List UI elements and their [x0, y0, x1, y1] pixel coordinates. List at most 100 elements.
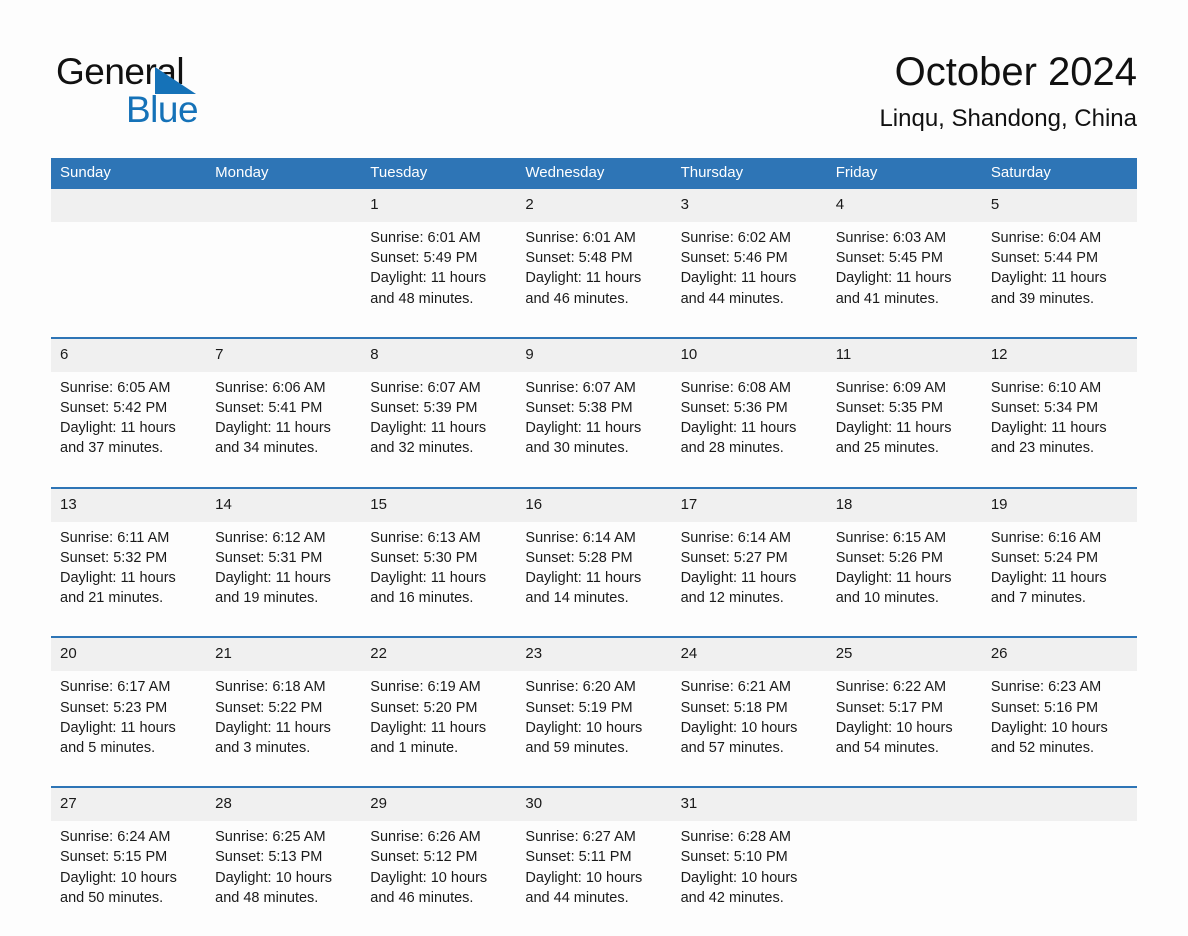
calendar-day-cell[interactable]: 7 Sunrise: 6:06 AM Sunset: 5:41 PM Daylight…: [206, 336, 362, 488]
calendar-day-cell[interactable]: 21 Sunrise: 6:18 AM Sunset: 5:22 PM Dayligh…: [206, 636, 362, 788]
calendar-day-cell[interactable]: 27 Sunrise: 6:24 AM Sunset: 5:15 PM Dayligh…: [51, 786, 207, 936]
daylight-duration-line1: Daylight: 11 hours: [370, 719, 487, 736]
day-number: [206, 189, 362, 222]
day-details: Sunrise: 6:03 AM Sunset: 5:45 PM Daylight:…: [827, 222, 982, 337]
sunrise-time: Sunrise: 6:06 AM: [215, 379, 326, 396]
sunrise-time: Sunrise: 6:20 AM: [525, 679, 636, 696]
calendar-day-cell[interactable]: 4 Sunrise: 6:03 AM Sunset: 5:45 PM Daylight…: [826, 189, 982, 338]
calendar-page: General Blue October 2024 Linqu, Shandon…: [0, 0, 1188, 936]
day-number: 22: [361, 638, 517, 672]
day-details: Sunrise: 6:23 AM Sunset: 5:16 PM Daylight:…: [982, 671, 1137, 786]
day-details: Sunrise: 6:14 AM Sunset: 5:27 PM Daylight:…: [672, 522, 827, 637]
sunset-time: Sunset: 5:28 PM: [525, 549, 633, 566]
daylight-duration-line2: and 30 minutes.: [525, 440, 629, 457]
daylight-duration-line1: Daylight: 11 hours: [215, 719, 331, 736]
day-details: Sunrise: 6:09 AM Sunset: 5:35 PM Daylight:…: [827, 372, 982, 487]
sunset-time: Sunset: 5:46 PM: [680, 250, 788, 267]
calendar-day-cell[interactable]: 31 Sunrise: 6:28 AM Sunset: 5:10 PM Dayligh…: [671, 786, 827, 936]
page-header: General Blue October 2024 Linqu, Shandon…: [51, 44, 1137, 149]
sunset-time: Sunset: 5:22 PM: [215, 699, 323, 716]
calendar-day-cell[interactable]: 24 Sunrise: 6:21 AM Sunset: 5:18 PM Dayligh…: [671, 636, 827, 788]
daylight-duration-line1: Daylight: 10 hours: [370, 869, 488, 886]
sunrise-time: Sunrise: 6:14 AM: [680, 529, 791, 546]
sunset-time: Sunset: 5:13 PM: [215, 849, 323, 866]
calendar-day-cell[interactable]: 15 Sunrise: 6:13 AM Sunset: 5:30 PM Dayligh…: [361, 486, 517, 638]
calendar-day-cell[interactable]: 14 Sunrise: 6:12 AM Sunset: 5:31 PM Dayligh…: [206, 486, 362, 638]
calendar-day-cell[interactable]: 19 Sunrise: 6:16 AM Sunset: 5:24 PM Dayligh…: [981, 486, 1137, 638]
sunrise-time: Sunrise: 6:11 AM: [60, 529, 170, 546]
day-details: Sunrise: 6:24 AM Sunset: 5:15 PM Daylight:…: [51, 821, 206, 936]
day-number: 12: [981, 338, 1137, 372]
weekday-header-monday: Monday: [206, 158, 362, 189]
calendar-day-cell[interactable]: 22 Sunrise: 6:19 AM Sunset: 5:20 PM Dayligh…: [361, 636, 517, 788]
calendar-day-cell[interactable]: 10 Sunrise: 6:08 AM Sunset: 5:36 PM Dayligh…: [671, 336, 827, 488]
calendar-day-cell[interactable]: 12 Sunrise: 6:10 AM Sunset: 5:34 PM Dayligh…: [981, 336, 1137, 488]
sunrise-time: Sunrise: 6:01 AM: [525, 230, 636, 246]
day-details: Sunrise: 6:06 AM Sunset: 5:41 PM Daylight:…: [206, 372, 361, 487]
daylight-duration-line1: Daylight: 10 hours: [990, 719, 1108, 736]
day-details: Sunrise: 6:17 AM Sunset: 5:23 PM Daylight:…: [51, 671, 206, 786]
daylight-duration-line1: Daylight: 10 hours: [215, 869, 333, 886]
calendar-day-cell[interactable]: 29 Sunrise: 6:26 AM Sunset: 5:12 PM Dayligh…: [361, 786, 517, 936]
calendar-day-cell[interactable]: 20 Sunrise: 6:17 AM Sunset: 5:23 PM Dayligh…: [51, 636, 207, 788]
sunrise-time: Sunrise: 6:24 AM: [60, 829, 171, 846]
daylight-duration-line2: and 44 minutes.: [525, 889, 629, 906]
day-details: Sunrise: 6:19 AM Sunset: 5:20 PM Daylight:…: [361, 671, 516, 786]
sunrise-time: Sunrise: 6:10 AM: [990, 379, 1102, 396]
day-number: 13: [51, 488, 207, 522]
day-number: 2: [516, 189, 672, 222]
calendar-day-cell[interactable]: 3 Sunrise: 6:02 AM Sunset: 5:46 PM Daylight…: [671, 189, 827, 338]
day-details: Sunrise: 6:25 AM Sunset: 5:13 PM Daylight:…: [206, 821, 361, 936]
sunrise-time: Sunrise: 6:09 AM: [835, 379, 947, 396]
daylight-duration-line1: Daylight: 11 hours: [215, 420, 331, 437]
day-details: Sunrise: 6:02 AM Sunset: 5:46 PM Daylight:…: [672, 222, 827, 337]
daylight-duration-line2: and 39 minutes.: [990, 290, 1095, 307]
calendar-day-cell[interactable]: 6 Sunrise: 6:05 AM Sunset: 5:42 PM Daylight…: [51, 336, 207, 488]
sunset-time: Sunset: 5:15 PM: [60, 849, 168, 866]
daylight-duration-line1: Daylight: 11 hours: [835, 270, 952, 287]
calendar-day-cell[interactable]: 26 Sunrise: 6:23 AM Sunset: 5:16 PM Dayligh…: [981, 636, 1137, 788]
calendar-day-cell[interactable]: 23 Sunrise: 6:20 AM Sunset: 5:19 PM Dayligh…: [516, 636, 672, 788]
sunrise-time: Sunrise: 6:18 AM: [215, 679, 326, 696]
calendar-day-cell[interactable]: 25 Sunrise: 6:22 AM Sunset: 5:17 PM Dayligh…: [826, 636, 982, 788]
page-title: October 2024: [894, 50, 1137, 94]
calendar-day-cell[interactable]: 2 Sunrise: 6:01 AM Sunset: 5:48 PM Daylight…: [516, 189, 672, 338]
calendar-day-cell[interactable]: 18 Sunrise: 6:15 AM Sunset: 5:26 PM Dayligh…: [826, 486, 982, 638]
daylight-duration-line1: Daylight: 11 hours: [60, 420, 176, 437]
day-details: Sunrise: 6:16 AM Sunset: 5:24 PM Daylight:…: [982, 522, 1137, 637]
day-number: 31: [671, 788, 827, 822]
calendar-day-cell[interactable]: 11 Sunrise: 6:09 AM Sunset: 5:35 PM Dayligh…: [826, 336, 982, 488]
day-details: Sunrise: 6:18 AM Sunset: 5:22 PM Daylight:…: [206, 671, 361, 786]
day-number: 11: [826, 338, 982, 372]
calendar-day-cell[interactable]: 5 Sunrise: 6:04 AM Sunset: 5:44 PM Daylight…: [981, 189, 1137, 338]
day-number: [51, 189, 207, 222]
calendar-day-cell[interactable]: 28 Sunrise: 6:25 AM Sunset: 5:13 PM Dayligh…: [206, 786, 362, 936]
day-details: Sunrise: 6:07 AM Sunset: 5:39 PM Daylight:…: [361, 372, 516, 487]
calendar-day-cell[interactable]: 13 Sunrise: 6:11 AM Sunset: 5:32 PM Dayligh…: [51, 486, 207, 638]
daylight-duration-line2: and 19 minutes.: [215, 590, 319, 607]
day-number: 3: [671, 189, 827, 222]
calendar-day-cell[interactable]: 1 Sunrise: 6:01 AM Sunset: 5:49 PM Daylight…: [361, 189, 517, 338]
general-blue-logo: General Blue: [56, 50, 316, 136]
daylight-duration-line2: and 28 minutes.: [680, 440, 784, 457]
day-number: [826, 788, 982, 822]
calendar-day-cell[interactable]: 9 Sunrise: 6:07 AM Sunset: 5:38 PM Daylight…: [516, 336, 672, 488]
daylight-duration-line2: and 3 minutes.: [215, 740, 311, 757]
calendar-day-cell[interactable]: 30 Sunrise: 6:27 AM Sunset: 5:11 PM Dayligh…: [516, 786, 672, 936]
daylight-duration-line2: and 12 minutes.: [680, 590, 784, 607]
calendar-day-cell[interactable]: 17 Sunrise: 6:14 AM Sunset: 5:27 PM Dayligh…: [671, 486, 827, 638]
calendar-week-row: 13 Sunrise: 6:11 AM Sunset: 5:32 PM Dayligh…: [51, 486, 1137, 638]
sunset-time: Sunset: 5:39 PM: [370, 400, 478, 417]
daylight-duration-line2: and 59 minutes.: [525, 740, 629, 757]
daylight-duration-line2: and 46 minutes.: [370, 889, 474, 906]
day-details: Sunrise: 6:01 AM Sunset: 5:49 PM Daylight:…: [361, 222, 516, 337]
calendar-day-cell[interactable]: 16 Sunrise: 6:14 AM Sunset: 5:28 PM Dayligh…: [516, 486, 672, 638]
day-details: Sunrise: 6:21 AM Sunset: 5:18 PM Daylight:…: [672, 671, 827, 786]
daylight-duration-line2: and 21 minutes.: [60, 590, 164, 607]
calendar-week-row: 6 Sunrise: 6:05 AM Sunset: 5:42 PM Daylight…: [51, 336, 1137, 488]
day-number: 9: [516, 338, 672, 372]
day-details: Sunrise: 6:08 AM Sunset: 5:36 PM Daylight:…: [672, 372, 827, 487]
daylight-duration-line1: Daylight: 11 hours: [990, 270, 1107, 287]
daylight-duration-line2: and 32 minutes.: [370, 440, 474, 457]
calendar-day-cell[interactable]: 8 Sunrise: 6:07 AM Sunset: 5:39 PM Daylight…: [361, 336, 517, 488]
